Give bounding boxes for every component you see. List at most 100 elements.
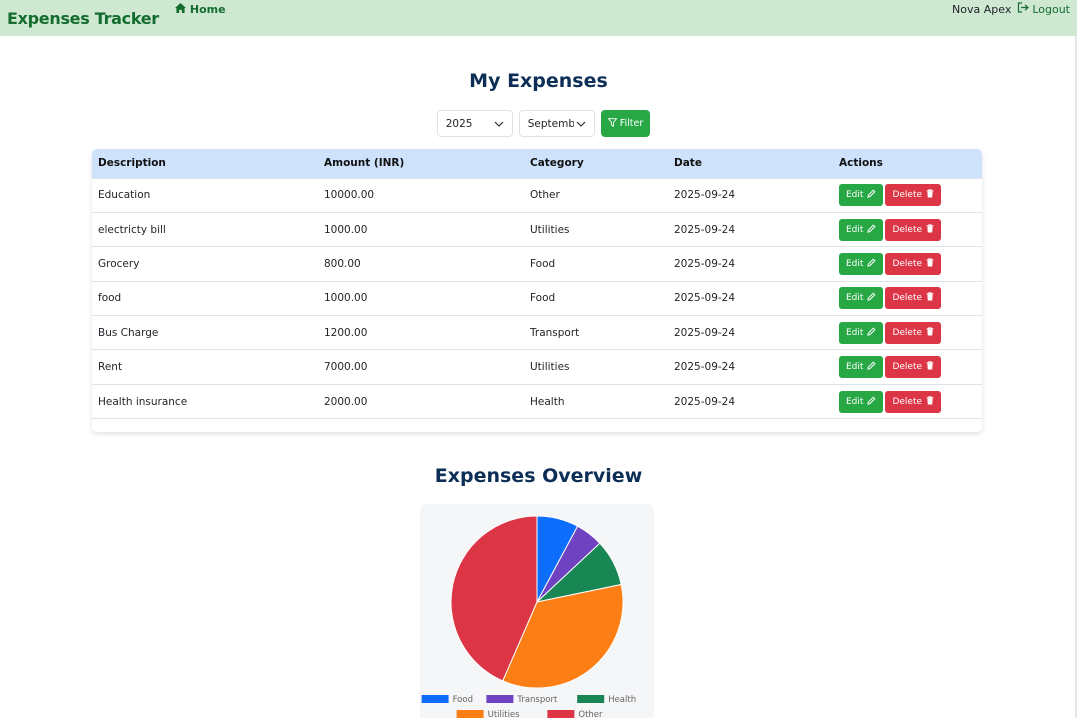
brand-title[interactable]: Expenses Tracker (7, 9, 159, 28)
expenses-table-card: Description Amount (INR) Category Date A… (92, 149, 982, 432)
logout-label: Logout (1032, 2, 1070, 16)
cell-category: Food (530, 292, 556, 305)
logout-icon (1017, 2, 1030, 16)
edit-label: Edit (846, 396, 864, 407)
nav-home-link[interactable]: Home (174, 2, 226, 16)
cell-category: Utilities (530, 223, 570, 236)
delete-label: Delete (892, 396, 923, 407)
pencil-icon (867, 396, 876, 408)
year-select[interactable]: 2025 (436, 110, 513, 137)
cell-description: electricty bill (98, 223, 166, 236)
trash-icon (926, 189, 934, 201)
cell-date: 2025-09-24 (674, 257, 736, 270)
header-actions: Actions (839, 157, 883, 170)
pencil-icon (867, 292, 876, 304)
cell-actions: Edit Delete (833, 384, 982, 418)
delete-button[interactable]: Delete (885, 321, 942, 344)
pencil-icon (867, 189, 876, 201)
cell-category: Transport (530, 326, 580, 339)
chart-title: Expenses Overview (434, 465, 643, 487)
month-select[interactable]: Septemb (518, 110, 595, 137)
legend-swatch-other[interactable] (547, 710, 575, 718)
delete-button[interactable]: Delete (885, 356, 942, 379)
funnel-icon (607, 117, 618, 130)
edit-button[interactable]: Edit (839, 218, 884, 241)
edit-button[interactable]: Edit (839, 252, 884, 275)
home-icon (174, 2, 186, 16)
edit-button[interactable]: Edit (839, 184, 884, 207)
cell-date: 2025-09-24 (674, 326, 736, 339)
cell-actions: Edit Delete (833, 178, 982, 212)
navbar: Expenses Tracker Home Nova Apex Logout (0, 0, 1077, 36)
table-row: Bus Charge 1200.00 Transport 2025-09-24 Edit… (92, 315, 982, 350)
table-row: Grocery 800.00 Food 2025-09-24 Edit Delete (92, 246, 982, 281)
cell-actions: Edit Delete (833, 316, 982, 350)
legend-swatch-health[interactable] (577, 695, 605, 703)
legend-label-transport[interactable]: Transport (516, 695, 558, 705)
legend-label-health[interactable]: Health (608, 695, 636, 705)
filter-label: Filter (619, 118, 644, 129)
edit-button[interactable]: Edit (839, 390, 884, 413)
cell-description: food (98, 292, 122, 305)
legend-label-food[interactable]: Food (453, 695, 473, 705)
trash-icon (926, 258, 934, 270)
legend-label-other[interactable]: Other (578, 710, 603, 718)
delete-button[interactable]: Delete (885, 252, 942, 275)
trash-icon (926, 223, 934, 236)
pencil-icon (867, 258, 876, 270)
delete-button[interactable]: Delete (885, 218, 942, 241)
year-value: 2025 (445, 117, 473, 130)
legend-swatch-food[interactable] (421, 695, 449, 703)
cell-actions: Edit Delete (833, 281, 982, 315)
delete-label: Delete (892, 258, 923, 269)
edit-label: Edit (846, 224, 864, 235)
legend-swatch-transport[interactable] (486, 695, 514, 703)
filter-button[interactable]: Filter (600, 110, 651, 137)
cell-actions: Edit Delete (833, 212, 982, 246)
nav-home-label: Home (189, 2, 226, 16)
cell-date: 2025-09-24 (674, 395, 736, 408)
legend-swatch-utilities[interactable] (456, 710, 484, 718)
filter-bar: 2025 Septemb Filter (0, 110, 1077, 137)
edit-button[interactable]: Edit (839, 321, 884, 344)
cell-date: 2025-09-24 (674, 292, 736, 305)
chevron-down-icon (576, 118, 586, 130)
cell-description: Grocery (98, 257, 140, 270)
edit-button[interactable]: Edit (839, 287, 884, 310)
cell-date: 2025-09-24 (674, 189, 736, 202)
delete-button[interactable]: Delete (885, 390, 942, 413)
header-amount: Amount (INR) (324, 157, 405, 170)
edit-label: Edit (846, 293, 864, 304)
delete-button[interactable]: Delete (885, 184, 942, 207)
delete-button[interactable]: Delete (885, 287, 942, 310)
page-title: My Expenses (469, 70, 608, 92)
pie-chart: Food Transport Health Utilities Other (421, 515, 636, 718)
cell-amount: 1000.00 (324, 292, 368, 305)
month-value: Septemb (527, 117, 574, 130)
edit-label: Edit (846, 327, 864, 338)
cell-category: Other (530, 189, 560, 202)
logout-link[interactable]: Logout (1017, 2, 1070, 16)
legend-label-utilities[interactable]: Utilities (488, 710, 521, 718)
cell-amount: 1200.00 (324, 326, 368, 339)
chevron-down-icon (494, 118, 504, 130)
table-row: food 1000.00 Food 2025-09-24 Edit Delete (92, 281, 982, 315)
expenses-table: Description Amount (INR) Category Date A… (92, 149, 982, 419)
trash-icon (926, 395, 934, 408)
delete-label: Delete (892, 293, 923, 304)
cell-category: Health (530, 395, 565, 408)
cell-category: Utilities (530, 361, 570, 374)
delete-label: Delete (892, 190, 923, 201)
cell-description: Health insurance (98, 395, 188, 408)
cell-amount: 1000.00 (324, 223, 368, 236)
edit-button[interactable]: Edit (839, 356, 884, 379)
table-header-row: Description Amount (INR) Category Date A… (92, 149, 982, 178)
edit-label: Edit (846, 258, 864, 269)
trash-icon (926, 327, 934, 339)
cell-actions: Edit Delete (833, 247, 982, 281)
header-date: Date (674, 157, 702, 170)
nav-right: Nova Apex Logout (952, 2, 1070, 16)
cell-description: Bus Charge (98, 326, 159, 339)
pencil-icon (867, 327, 876, 339)
cell-date: 2025-09-24 (674, 361, 736, 374)
